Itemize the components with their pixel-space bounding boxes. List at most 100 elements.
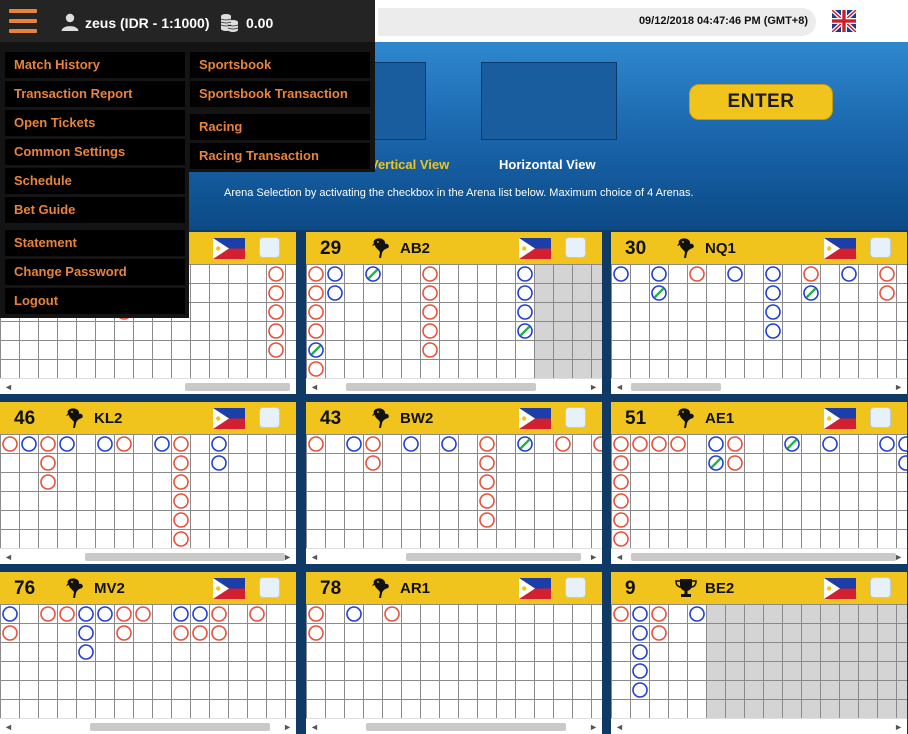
menu-item-schedule[interactable]: Schedule [5, 168, 185, 194]
menu-item-logout[interactable]: Logout [5, 288, 185, 314]
user-icon [61, 13, 79, 31]
scroll-left-icon[interactable]: ◄ [615, 722, 624, 732]
balance-value: 0.00 [246, 15, 274, 31]
arena-header: 46 KL2 [0, 402, 296, 434]
rooster-icon [675, 407, 697, 429]
arena-checkbox[interactable] [259, 407, 280, 428]
arena-checkbox[interactable] [259, 577, 280, 598]
arena-checkbox[interactable] [870, 407, 891, 428]
scroll-right-icon[interactable]: ► [894, 722, 903, 732]
arena-checkbox[interactable] [565, 407, 586, 428]
arena-number: 43 [320, 408, 342, 429]
scroll-right-icon[interactable]: ► [283, 722, 292, 732]
scroll-thumb[interactable] [185, 383, 290, 391]
arena-header: 9 BE2 [611, 572, 907, 604]
menu-item-transaction-report[interactable]: Transaction Report [5, 81, 185, 107]
horizontal-scrollbar[interactable]: ◄► [611, 548, 907, 564]
arena-card: 51 AE1 ◄ ► [611, 402, 907, 564]
arena-header: 78 AR1 [306, 572, 602, 604]
arena-number: 30 [625, 238, 647, 259]
scroll-left-icon[interactable]: ◄ [310, 552, 319, 562]
arena-code: AE1 [705, 410, 735, 427]
datetime-bar: 09/12/2018 04:47:46 PM (GMT+8) [378, 8, 816, 36]
scroll-thumb[interactable] [631, 383, 721, 391]
arena-number: 46 [14, 408, 36, 429]
coins-icon [220, 14, 239, 32]
horizontal-view-option[interactable] [481, 62, 617, 140]
top-bar: zeus (IDR - 1:1000) 0.00 09/12/2018 04:4… [0, 0, 908, 42]
account-menu: Match History Transaction Report Open Ti… [0, 42, 189, 318]
datetime-text: 09/12/2018 04:47:46 PM (GMT+8) [638, 15, 808, 27]
menu-item-open-tickets[interactable]: Open Tickets [5, 110, 185, 136]
arena-code: AB2 [400, 240, 431, 257]
horizontal-scrollbar[interactable]: ◄► [0, 378, 296, 394]
scroll-thumb[interactable] [406, 553, 581, 561]
scroll-right-icon[interactable]: ► [894, 382, 903, 392]
arena-card: 46 KL2 ◄ ► [0, 402, 296, 564]
main-menu: Match History Transaction Report Open Ti… [0, 42, 375, 318]
arena-header: 30 NQ1 [611, 232, 907, 264]
scroll-right-icon[interactable]: ► [589, 722, 598, 732]
scroll-left-icon[interactable]: ◄ [4, 382, 13, 392]
products-menu: Sportsbook Sportsbook Transaction Racing… [187, 42, 375, 172]
arena-code: BE2 [705, 580, 735, 597]
horizontal-scrollbar[interactable]: ◄► [611, 718, 907, 734]
scroll-thumb[interactable] [346, 383, 536, 391]
enter-button[interactable]: ENTER [689, 84, 833, 120]
scroll-thumb[interactable] [85, 553, 285, 561]
arena-card: 78 AR1 ◄ ► [306, 572, 602, 734]
scroll-left-icon[interactable]: ◄ [615, 382, 624, 392]
menu-item-match-history[interactable]: Match History [5, 52, 185, 78]
horizontal-scrollbar[interactable]: ◄► [611, 378, 907, 394]
scroll-thumb[interactable] [631, 553, 896, 561]
arena-checkbox[interactable] [565, 237, 586, 258]
scroll-thumb[interactable] [366, 723, 566, 731]
roadmap-grid [306, 604, 602, 718]
scroll-thumb[interactable] [90, 723, 270, 731]
ph-flag-icon [824, 408, 856, 429]
horizontal-scrollbar[interactable]: ◄► [306, 378, 602, 394]
scroll-right-icon[interactable]: ► [589, 382, 598, 392]
arena-checkbox[interactable] [870, 237, 891, 258]
hamburger-icon[interactable] [9, 9, 37, 35]
arena-header: 51 AE1 [611, 402, 907, 434]
menu-item-change-password[interactable]: Change Password [5, 259, 185, 285]
arena-code: MV2 [94, 580, 125, 597]
scroll-right-icon[interactable]: ► [589, 552, 598, 562]
menu-item-common-settings[interactable]: Common Settings [5, 139, 185, 165]
arena-number: 76 [14, 578, 36, 599]
arena-code: BW2 [400, 410, 434, 427]
account-bar: zeus (IDR - 1:1000) 0.00 [0, 0, 375, 42]
menu-item-racing-transaction[interactable]: Racing Transaction [190, 143, 370, 169]
arena-card: 9 BE2 ◄ ► [611, 572, 907, 734]
rooster-icon [370, 407, 392, 429]
arena-number: 9 [625, 578, 636, 599]
vertical-view-label[interactable]: Vertical View [370, 157, 449, 172]
horizontal-scrollbar[interactable]: ◄► [0, 718, 296, 734]
menu-item-racing[interactable]: Racing [190, 114, 370, 140]
horizontal-scrollbar[interactable]: ◄► [0, 548, 296, 564]
rooster-icon [64, 577, 86, 599]
ph-flag-icon [824, 238, 856, 259]
horizontal-scrollbar[interactable]: ◄► [306, 718, 602, 734]
horizontal-scrollbar[interactable]: ◄► [306, 548, 602, 564]
scroll-left-icon[interactable]: ◄ [4, 552, 13, 562]
arena-checkbox[interactable] [565, 577, 586, 598]
ph-flag-icon [824, 578, 856, 599]
arena-header: 43 BW2 [306, 402, 602, 434]
horizontal-view-label[interactable]: Horizontal View [499, 157, 596, 172]
roadmap-grid [0, 604, 296, 718]
scroll-left-icon[interactable]: ◄ [310, 722, 319, 732]
arena-card: 30 NQ1 ◄ ► [611, 232, 907, 394]
scroll-left-icon[interactable]: ◄ [615, 552, 624, 562]
menu-item-statement[interactable]: Statement [5, 230, 185, 256]
uk-flag-icon[interactable] [832, 10, 856, 32]
rooster-icon [370, 577, 392, 599]
arena-checkbox[interactable] [870, 577, 891, 598]
menu-item-sportsbook-transaction[interactable]: Sportsbook Transaction [190, 81, 370, 107]
menu-item-bet-guide[interactable]: Bet Guide [5, 197, 185, 223]
arena-number: 78 [320, 578, 342, 599]
scroll-left-icon[interactable]: ◄ [4, 722, 13, 732]
scroll-left-icon[interactable]: ◄ [310, 382, 319, 392]
menu-item-sportsbook[interactable]: Sportsbook [190, 52, 370, 78]
